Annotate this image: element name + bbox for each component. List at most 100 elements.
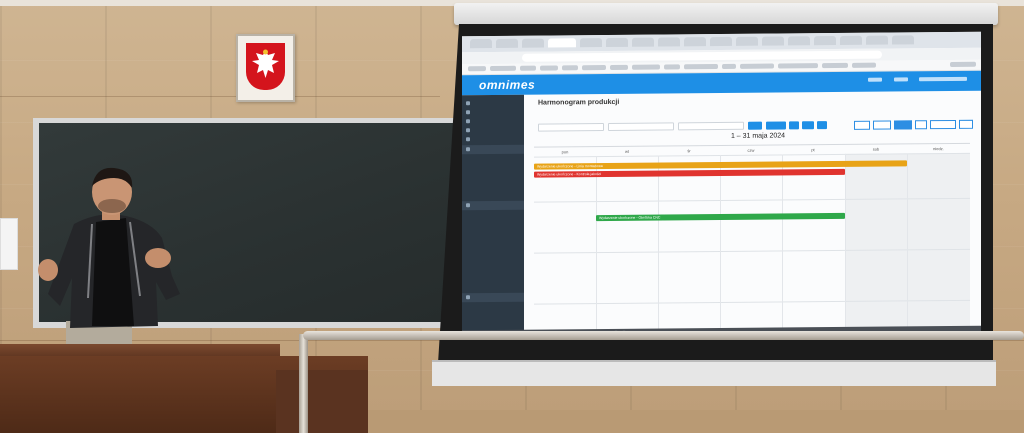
weekday-header: niedz. xyxy=(933,146,944,152)
browser-tab[interactable] xyxy=(736,36,758,46)
browser-tab[interactable] xyxy=(496,38,518,48)
browser-tab[interactable] xyxy=(762,36,784,46)
action-button[interactable] xyxy=(802,121,814,130)
bookmark[interactable] xyxy=(950,61,976,68)
bookmark[interactable] xyxy=(632,64,660,70)
calendar-event[interactable]: Wydarzenie ukończone - Kontrola jakości xyxy=(534,168,845,178)
bookmark[interactable] xyxy=(562,65,578,71)
floor-strip xyxy=(368,410,1024,433)
action-button[interactable] xyxy=(817,121,827,130)
screen-housing xyxy=(454,3,998,25)
view-button[interactable] xyxy=(930,119,956,130)
calendar-icon xyxy=(466,119,470,124)
browser-tab[interactable] xyxy=(892,35,914,45)
view-button[interactable] xyxy=(873,120,891,130)
grid-line xyxy=(782,154,783,336)
view-button[interactable] xyxy=(959,119,973,129)
railing-post xyxy=(299,334,308,433)
sidebar-group[interactable] xyxy=(462,292,524,303)
view-button-active[interactable] xyxy=(894,120,912,130)
browser-tab[interactable] xyxy=(710,36,732,47)
railing xyxy=(303,331,1024,340)
monitor-icon xyxy=(466,110,470,115)
filter-3-select[interactable] xyxy=(678,121,744,131)
main-content: Harmonogram produkcji 1 – 31 maja 2024 p… xyxy=(528,92,976,338)
action-button[interactable] xyxy=(789,121,799,130)
header-user-area[interactable] xyxy=(858,76,967,84)
bookmark[interactable] xyxy=(722,63,736,69)
wall-note xyxy=(0,218,18,270)
polish-emblem xyxy=(236,34,295,102)
bookmark[interactable] xyxy=(468,66,486,72)
event-label: Wydarzenie ukończone - Obróbka CNC xyxy=(599,215,661,221)
bookmark[interactable] xyxy=(740,63,774,69)
event-label: Wydarzenie ukończone - Linia montażowa xyxy=(537,164,603,169)
weekday-header: śr xyxy=(687,148,691,154)
browser-tab[interactable] xyxy=(606,37,628,48)
sidebar-subitem[interactable] xyxy=(462,283,524,293)
grid-line xyxy=(596,156,597,338)
calendar-event[interactable]: Wydarzenie ukończone - Obróbka CNC xyxy=(596,212,845,222)
sidebar-item[interactable] xyxy=(462,135,524,145)
app-logo[interactable]: omnimes xyxy=(479,78,535,92)
bookmark[interactable] xyxy=(664,64,680,70)
bookmark[interactable] xyxy=(684,64,718,70)
user-menu[interactable] xyxy=(919,76,967,82)
browser-tab[interactable] xyxy=(632,37,654,47)
calendar-grid: pon wt śr czw pt sob niedz. Wydarzenie u… xyxy=(534,142,970,338)
presenter xyxy=(38,167,180,356)
weekday-header: sob xyxy=(872,146,880,152)
grid-line xyxy=(658,155,659,337)
eagle-icon xyxy=(252,49,279,78)
calendar-date-range: 1 – 31 maja 2024 xyxy=(730,132,786,140)
event-label: Wydarzenie ukończone - Kontrola jakości xyxy=(537,172,602,177)
list-icon xyxy=(466,128,470,133)
grid-line xyxy=(845,153,846,335)
browser-tab[interactable] xyxy=(522,38,544,48)
bookmark[interactable] xyxy=(822,62,848,69)
browser-tab-active[interactable] xyxy=(548,38,576,48)
action-button[interactable] xyxy=(766,121,786,130)
bookmark[interactable] xyxy=(778,63,818,69)
browser-tab[interactable] xyxy=(840,35,862,45)
weekday-header: pt xyxy=(811,147,815,153)
bookmark[interactable] xyxy=(610,64,628,70)
bookmark[interactable] xyxy=(852,62,876,68)
language-selector[interactable] xyxy=(893,77,908,82)
screen-bottom-bar xyxy=(432,360,996,386)
sidebar-group[interactable] xyxy=(462,144,524,155)
sidebar-subitem[interactable] xyxy=(462,191,524,201)
filter-2-select[interactable] xyxy=(608,122,674,131)
grid-line xyxy=(907,153,908,335)
wall-seam xyxy=(0,96,440,97)
bookmark[interactable] xyxy=(582,65,606,71)
filter-button[interactable] xyxy=(748,121,762,130)
weekday-header: czw xyxy=(747,147,755,153)
sidebar xyxy=(462,94,524,339)
browser-tab[interactable] xyxy=(788,36,810,46)
folder-icon xyxy=(466,147,470,152)
browser-tab[interactable] xyxy=(580,38,602,48)
weekday-header: wt xyxy=(625,148,629,154)
grid-line xyxy=(720,155,721,337)
bookmark[interactable] xyxy=(520,65,536,71)
browser-tab[interactable] xyxy=(814,36,836,46)
browser-tab[interactable] xyxy=(658,37,680,47)
browser-tab[interactable] xyxy=(470,39,492,49)
sidebar-group[interactable] xyxy=(462,200,524,211)
filter-1-select[interactable] xyxy=(538,123,604,132)
bookmark[interactable] xyxy=(540,65,558,71)
report-icon xyxy=(466,295,470,300)
desk-edge xyxy=(276,370,368,433)
browser-tab[interactable] xyxy=(684,37,706,47)
page-title: Harmonogram produkcji xyxy=(538,98,620,107)
schedule-icon xyxy=(466,137,470,142)
browser-tab[interactable] xyxy=(866,35,888,45)
view-button[interactable] xyxy=(915,120,927,130)
projected-screen: omnimes Harmonogram produkcji 1 – 31 maj… xyxy=(462,31,981,339)
header-help[interactable] xyxy=(868,77,883,82)
view-button[interactable] xyxy=(854,120,870,130)
weekday-header: pon xyxy=(561,149,569,155)
bookmark[interactable] xyxy=(490,65,516,72)
home-icon xyxy=(466,101,470,106)
